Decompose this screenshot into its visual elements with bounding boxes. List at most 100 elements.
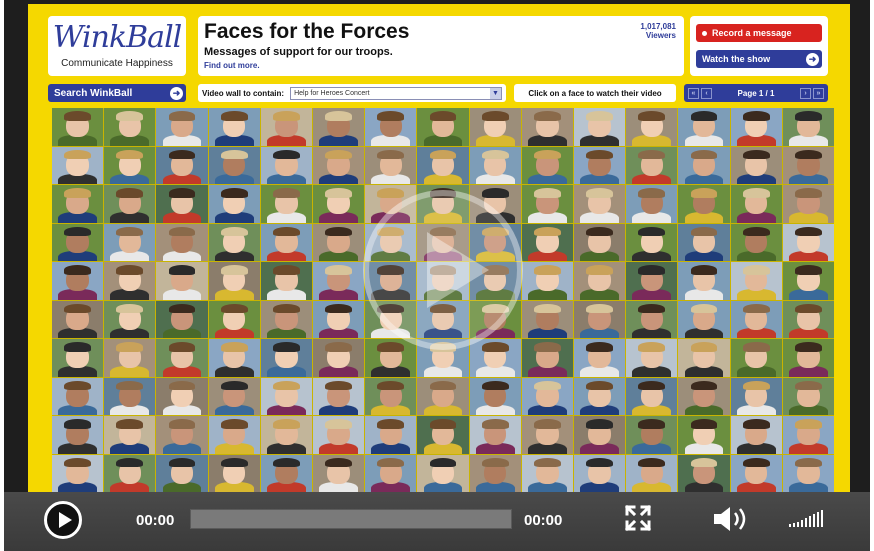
face-thumbnail[interactable] — [782, 108, 834, 146]
face-thumbnail[interactable] — [678, 339, 730, 377]
face-thumbnail[interactable] — [521, 416, 573, 454]
face-thumbnail[interactable] — [730, 146, 782, 184]
face-thumbnail[interactable] — [678, 377, 730, 415]
face-thumbnail[interactable] — [521, 108, 573, 146]
face-thumbnail[interactable] — [574, 185, 626, 223]
face-thumbnail[interactable] — [521, 146, 573, 184]
face-thumbnail[interactable] — [208, 262, 260, 300]
face-thumbnail[interactable] — [626, 262, 678, 300]
face-thumbnail[interactable] — [678, 185, 730, 223]
face-thumbnail[interactable] — [417, 377, 469, 415]
face-thumbnail[interactable] — [730, 339, 782, 377]
face-thumbnail[interactable] — [521, 185, 573, 223]
face-thumbnail[interactable] — [156, 146, 208, 184]
face-thumbnail[interactable] — [469, 377, 521, 415]
face-thumbnail[interactable] — [678, 454, 730, 492]
face-thumbnail[interactable] — [521, 377, 573, 415]
face-thumbnail[interactable] — [521, 454, 573, 492]
face-thumbnail[interactable] — [365, 377, 417, 415]
face-thumbnail[interactable] — [730, 300, 782, 338]
face-thumbnail[interactable] — [156, 108, 208, 146]
face-thumbnail[interactable] — [678, 146, 730, 184]
face-thumbnail[interactable] — [156, 339, 208, 377]
face-thumbnail[interactable] — [260, 262, 312, 300]
face-thumbnail[interactable] — [469, 146, 521, 184]
face-thumbnail[interactable] — [104, 454, 156, 492]
face-thumbnail[interactable] — [313, 108, 365, 146]
face-thumbnail[interactable] — [313, 300, 365, 338]
face-thumbnail[interactable] — [208, 300, 260, 338]
face-thumbnail[interactable] — [52, 339, 104, 377]
face-thumbnail[interactable] — [678, 300, 730, 338]
face-thumbnail[interactable] — [104, 185, 156, 223]
face-thumbnail[interactable] — [678, 108, 730, 146]
face-thumbnail[interactable] — [208, 108, 260, 146]
face-thumbnail[interactable] — [782, 185, 834, 223]
face-thumbnail[interactable] — [730, 108, 782, 146]
seek-bar[interactable] — [190, 509, 512, 529]
face-thumbnail[interactable] — [417, 416, 469, 454]
face-thumbnail[interactable] — [260, 454, 312, 492]
face-thumbnail[interactable] — [104, 146, 156, 184]
face-thumbnail[interactable] — [782, 262, 834, 300]
face-thumbnail[interactable] — [52, 377, 104, 415]
face-thumbnail[interactable] — [52, 300, 104, 338]
face-thumbnail[interactable] — [678, 223, 730, 261]
face-thumbnail[interactable] — [104, 416, 156, 454]
face-thumbnail[interactable] — [678, 262, 730, 300]
face-thumbnail[interactable] — [260, 108, 312, 146]
face-thumbnail[interactable] — [52, 262, 104, 300]
find-out-more-link[interactable]: Find out more. — [204, 61, 260, 70]
face-thumbnail[interactable] — [52, 146, 104, 184]
face-thumbnail[interactable] — [313, 262, 365, 300]
face-thumbnail[interactable] — [730, 185, 782, 223]
signal-icon[interactable] — [788, 506, 828, 528]
face-thumbnail[interactable] — [52, 454, 104, 492]
face-thumbnail[interactable] — [365, 416, 417, 454]
face-thumbnail[interactable] — [574, 223, 626, 261]
face-thumbnail[interactable] — [313, 339, 365, 377]
face-thumbnail[interactable] — [156, 300, 208, 338]
face-thumbnail[interactable] — [104, 223, 156, 261]
face-thumbnail[interactable] — [208, 146, 260, 184]
search-winkball-button[interactable]: Search WinkBall ➜ — [48, 84, 186, 102]
face-thumbnail[interactable] — [365, 339, 417, 377]
next-page-icon[interactable]: › — [799, 87, 811, 99]
face-thumbnail[interactable] — [782, 339, 834, 377]
face-thumbnail[interactable] — [313, 416, 365, 454]
last-page-icon[interactable]: » — [812, 87, 824, 99]
face-thumbnail[interactable] — [365, 454, 417, 492]
face-thumbnail[interactable] — [626, 416, 678, 454]
face-thumbnail[interactable] — [782, 300, 834, 338]
face-thumbnail[interactable] — [626, 454, 678, 492]
play-button[interactable] — [44, 501, 82, 539]
face-thumbnail[interactable] — [208, 454, 260, 492]
face-thumbnail[interactable] — [782, 146, 834, 184]
face-thumbnail[interactable] — [469, 339, 521, 377]
face-thumbnail[interactable] — [730, 377, 782, 415]
face-thumbnail[interactable] — [417, 454, 469, 492]
face-thumbnail[interactable] — [521, 339, 573, 377]
face-thumbnail[interactable] — [104, 300, 156, 338]
face-thumbnail[interactable] — [104, 262, 156, 300]
face-thumbnail[interactable] — [417, 146, 469, 184]
face-thumbnail[interactable] — [574, 146, 626, 184]
face-thumbnail[interactable] — [626, 377, 678, 415]
face-thumbnail[interactable] — [156, 377, 208, 415]
face-thumbnail[interactable] — [574, 262, 626, 300]
face-thumbnail[interactable] — [365, 108, 417, 146]
face-thumbnail[interactable] — [260, 185, 312, 223]
big-play-overlay[interactable] — [363, 190, 523, 350]
face-thumbnail[interactable] — [574, 377, 626, 415]
face-thumbnail[interactable] — [469, 416, 521, 454]
face-thumbnail[interactable] — [313, 223, 365, 261]
video-stage[interactable]: WinkBall Communicate Happiness Faces for… — [28, 4, 850, 492]
prev-page-icon[interactable]: ‹ — [701, 87, 712, 99]
first-page-icon[interactable]: « — [688, 87, 699, 99]
video-wall-select[interactable]: Help for Heroes Concert ▼ — [290, 86, 502, 100]
face-thumbnail[interactable] — [626, 300, 678, 338]
face-thumbnail[interactable] — [521, 300, 573, 338]
face-thumbnail[interactable] — [208, 223, 260, 261]
face-thumbnail[interactable] — [156, 185, 208, 223]
face-thumbnail[interactable] — [730, 262, 782, 300]
